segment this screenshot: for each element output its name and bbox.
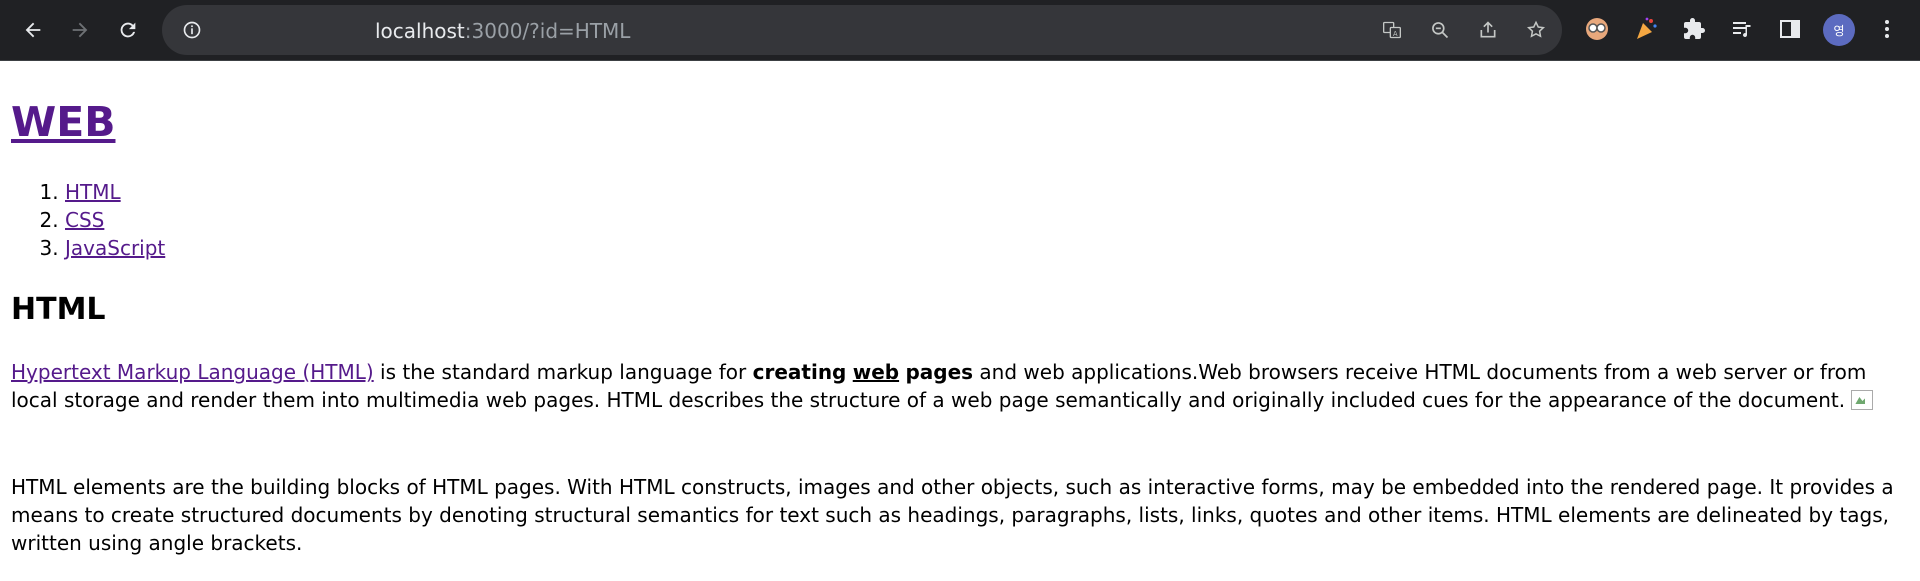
reload-icon [120, 22, 136, 38]
arrow-left-icon [25, 22, 41, 38]
nav-link-css[interactable]: CSS [65, 208, 104, 232]
elements-paragraph: HTML elements are the building blocks of… [11, 475, 1894, 555]
share-icon[interactable] [1478, 20, 1498, 40]
nav-list: HTML CSS JavaScript [11, 178, 165, 262]
forward-button[interactable] [60, 10, 100, 50]
site-title-link[interactable]: WEB [11, 98, 115, 146]
profile-avatar[interactable]: 영 [1823, 14, 1855, 46]
extension-party-icon[interactable] [1633, 16, 1659, 42]
address-bar[interactable]: A localhost:3000/?id=HTML [162, 5, 1562, 55]
reload-button[interactable] [108, 10, 148, 50]
back-button[interactable] [13, 10, 53, 50]
nav-item-javascript: JavaScript [65, 234, 165, 262]
intro-text-1: is the standard markup language for [373, 360, 753, 384]
url-text[interactable]: localhost:3000/?id=HTML [375, 20, 630, 42]
media-queue-icon[interactable] [1729, 16, 1755, 42]
bookmark-star-icon[interactable] [1526, 20, 1546, 40]
underlined-web: web [852, 360, 900, 384]
bold-pages: pages [905, 360, 974, 384]
extension-glasses-icon[interactable] [1584, 16, 1610, 42]
page-heading: HTML [11, 292, 106, 327]
nav-item-css: CSS [65, 206, 165, 234]
browser-toolbar: A localhost:3000/?id=HTML 영 [0, 0, 1920, 61]
side-panel-icon[interactable] [1777, 16, 1803, 42]
intro-paragraph: Hypertext Markup Language (HTML) is the … [11, 358, 1906, 414]
menu-kebab-icon[interactable] [1874, 16, 1900, 42]
nav-link-html[interactable]: HTML [65, 180, 121, 204]
nav-item-html: HTML [65, 178, 165, 206]
html-wiki-link[interactable]: Hypertext Markup Language (HTML) [11, 360, 374, 384]
info-icon[interactable] [182, 20, 202, 40]
bold-web: web [853, 360, 899, 384]
site-title: WEB [11, 97, 115, 147]
url-host: localhost [375, 19, 465, 43]
url-path: :3000/?id=HTML [464, 19, 631, 43]
zoom-out-icon[interactable] [1430, 20, 1450, 40]
extensions-puzzle-icon[interactable] [1681, 16, 1707, 42]
nav-link-javascript[interactable]: JavaScript [65, 236, 165, 260]
bold-creating: creating [752, 360, 847, 384]
broken-image-icon [1851, 390, 1874, 410]
svg-text:A: A [1393, 30, 1398, 38]
arrow-right-icon [72, 22, 88, 38]
translate-icon[interactable]: A [1382, 20, 1402, 40]
